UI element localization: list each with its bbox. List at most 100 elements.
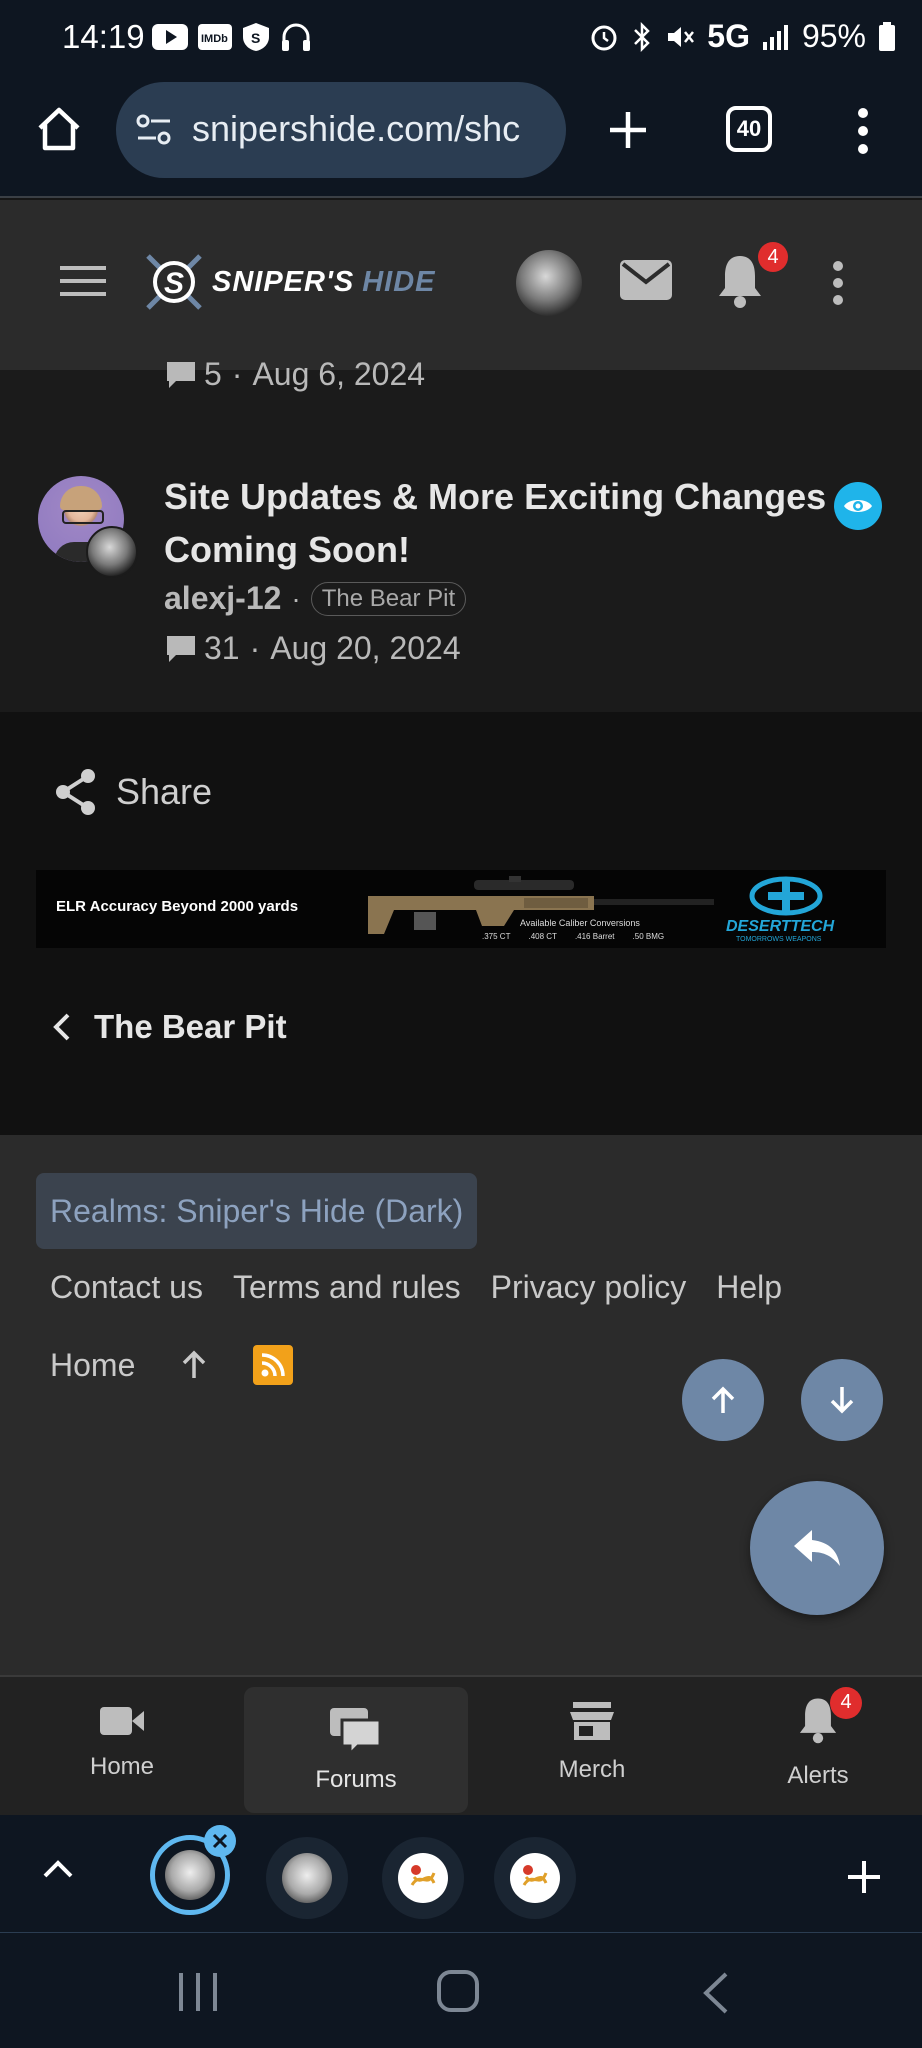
hamburger-menu-button[interactable] <box>60 264 106 303</box>
nav-merch-label: Merch <box>558 1756 626 1783</box>
thread-list: 5 · Aug 6, 2024 Site Updates & More Exci… <box>0 356 922 712</box>
store-icon <box>570 1702 614 1740</box>
back-system-button[interactable] <box>700 1971 730 2020</box>
rss-button[interactable] <box>253 1345 294 1385</box>
style-chooser[interactable]: Realms: Sniper's Hide (Dark) <box>36 1173 478 1249</box>
knot-logo-icon <box>522 1865 548 1886</box>
thread-item[interactable]: Site Updates & More Exciting Changes Com… <box>0 470 922 690</box>
notification-badge: 4 <box>758 242 788 272</box>
favicon <box>165 1850 215 1900</box>
system-navigation <box>0 1933 922 2048</box>
site-menu-button[interactable] <box>830 260 846 311</box>
tab-thumb[interactable] <box>382 1837 464 1919</box>
home-icon <box>38 107 80 151</box>
site-header: S SNIPER'S HIDE 4 <box>0 200 922 370</box>
back-link[interactable]: The Bear Pit <box>52 1008 287 1046</box>
battery-icon <box>879 21 895 51</box>
watched-badge[interactable] <box>834 482 882 530</box>
site-logo[interactable]: S SNIPER'S HIDE <box>142 250 436 314</box>
notification-count: 4 <box>767 245 779 268</box>
nav-merch[interactable]: Merch <box>480 1677 704 1807</box>
home-button[interactable] <box>34 104 84 154</box>
nav-forums[interactable]: Forums <box>244 1687 468 1813</box>
style-chooser-label: Realms: Sniper's Hide (Dark) <box>50 1192 464 1229</box>
network-type: 5G <box>707 18 750 54</box>
thread-title-line1: Site Updates & More Exciting Changes <box>164 476 827 517</box>
user-avatar[interactable] <box>516 250 582 316</box>
site-settings-icon <box>136 114 171 145</box>
meta-separator: · <box>249 630 261 666</box>
footer-home-row: Home <box>50 1345 294 1385</box>
arrow-up-icon[interactable] <box>181 1350 207 1380</box>
nav-home[interactable]: Home <box>10 1677 234 1807</box>
site-footer: Realms: Sniper's Hide (Dark) Contact us … <box>0 1135 922 1675</box>
crosshair-logo-icon: S <box>146 254 202 310</box>
meta-separator: · <box>291 582 301 614</box>
thread-meta: 31 · Aug 20, 2024 <box>164 630 461 667</box>
eye-icon <box>844 500 872 512</box>
caliber-4: .50 BMG <box>632 932 665 941</box>
recent-apps-button[interactable] <box>176 1971 220 2018</box>
meta-separator: · <box>231 356 243 392</box>
ad-headline: ELR Accuracy Beyond 2000 yards <box>56 898 299 915</box>
arrow-down-icon <box>830 1387 854 1414</box>
knot-logo-icon <box>410 1865 436 1886</box>
thread-replies: 31 <box>204 630 240 666</box>
alerts-button[interactable]: 4 <box>716 242 788 312</box>
status-right: 5G 95% <box>589 18 896 55</box>
address-bar[interactable]: snipershide.com/shc <box>116 82 566 178</box>
plus-icon <box>610 112 646 148</box>
nav-forums-label: Forums <box>315 1766 397 1793</box>
bottom-navigation: Home Forums Merch 4 Alerts <box>0 1675 922 1817</box>
prev-thread-replies: 5 <box>204 356 222 392</box>
caliber-3: .416 Barret <box>574 932 615 941</box>
tab-thumb[interactable] <box>266 1837 348 1919</box>
alarm-icon <box>591 25 617 50</box>
thread-title[interactable]: Site Updates & More Exciting Changes Com… <box>164 470 827 576</box>
youtube-icon <box>152 24 188 50</box>
tab-thumb[interactable] <box>494 1837 576 1919</box>
avatar-hair <box>60 486 102 510</box>
forum-tag[interactable]: The Bear Pit <box>310 581 467 616</box>
contact-us-link[interactable]: Contact us <box>50 1269 203 1306</box>
favicon <box>510 1853 560 1903</box>
thread-author[interactable]: alexj-12 <box>164 580 281 617</box>
inbox-button[interactable] <box>620 260 672 305</box>
terms-link[interactable]: Terms and rules <box>233 1269 461 1306</box>
help-link[interactable]: Help <box>716 1269 782 1306</box>
thread-date: Aug 20, 2024 <box>270 630 461 666</box>
clock: 14:19 <box>62 18 145 55</box>
nav-alerts[interactable]: 4 Alerts <box>706 1677 922 1807</box>
browser-menu-button[interactable] <box>850 106 876 156</box>
ad-brand: DESERTTECH <box>726 918 835 935</box>
hamburger-icon <box>60 266 106 296</box>
footer-home-link[interactable]: Home <box>50 1347 135 1384</box>
nav-alerts-label: Alerts <box>787 1761 849 1789</box>
logo-text-primary: SNIPER'S <box>212 265 355 298</box>
comment-icon <box>167 361 195 388</box>
reply-fab[interactable] <box>750 1481 884 1615</box>
chevron-left-icon <box>53 1013 70 1041</box>
caliber-2: .408 CT <box>528 932 557 941</box>
scroll-to-top-button[interactable] <box>682 1359 764 1441</box>
favicon <box>398 1853 448 1903</box>
expand-tabs-button[interactable] <box>42 1859 74 1884</box>
close-tab-button[interactable] <box>204 1825 236 1857</box>
scroll-to-bottom-button[interactable] <box>801 1359 883 1441</box>
envelope-icon <box>620 260 672 300</box>
svg-text:S: S <box>164 267 184 300</box>
privacy-link[interactable]: Privacy policy <box>491 1269 687 1306</box>
share-button[interactable]: Share <box>54 768 212 816</box>
chevron-up-icon <box>43 1860 73 1878</box>
mute-icon <box>668 26 695 47</box>
battery-percent: 95% <box>801 18 866 54</box>
share-label: Share <box>116 771 213 812</box>
thread-byline: alexj-12 · The Bear Pit <box>164 580 467 617</box>
home-system-button[interactable] <box>436 1969 480 2018</box>
ad-banner[interactable]: ELR Accuracy Beyond 2000 yards Available… <box>36 870 886 948</box>
toolbar-divider <box>0 196 922 198</box>
new-tab-button[interactable] <box>606 108 650 152</box>
add-tab-to-group-button[interactable] <box>846 1859 882 1900</box>
footer-links: Contact us Terms and rules Privacy polic… <box>50 1269 782 1306</box>
tab-switcher-button[interactable]: 40 <box>726 106 772 152</box>
